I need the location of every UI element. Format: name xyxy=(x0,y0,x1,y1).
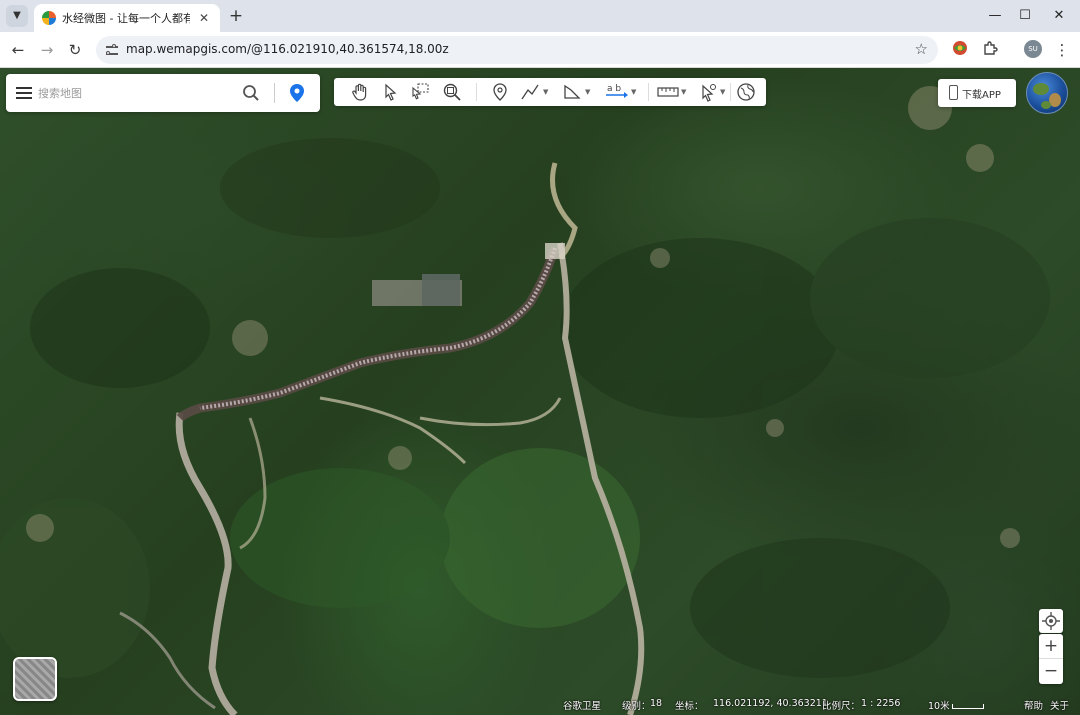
text-label-icon[interactable]: a b xyxy=(604,82,630,102)
map-status-bar: 谷歌卫星 级别： 18 坐标： 116.021192, 40.363211 比例… xyxy=(0,695,1080,715)
satellite-map[interactable]: ▼ ▼ a b ▼ ▼ ▼ 下载APP + xyxy=(0,68,1080,715)
coordinate-label: 坐标： xyxy=(675,701,704,712)
polyline-dropdown-caret-icon[interactable]: ▼ xyxy=(543,88,551,96)
forward-arrow-icon[interactable]: → xyxy=(36,39,58,61)
map-toolbar: ▼ ▼ a b ▼ ▼ ▼ xyxy=(334,78,766,106)
toolbar-divider xyxy=(730,83,731,101)
help-link[interactable]: 帮助 xyxy=(1024,698,1043,712)
polygon-dropdown-caret-icon[interactable]: ▼ xyxy=(585,88,593,96)
phone-icon xyxy=(949,85,958,100)
zoom-level-label: 级别： xyxy=(622,701,651,712)
measure-ruler-icon[interactable] xyxy=(656,82,680,102)
site-info-icon[interactable] xyxy=(104,42,120,58)
toolbar-divider xyxy=(648,83,649,101)
pointer-select-icon[interactable] xyxy=(380,82,400,102)
search-divider xyxy=(274,83,275,103)
zoom-area-icon[interactable] xyxy=(442,82,462,102)
url-text[interactable]: map.wemapgis.com/@116.021910,40.361574,1… xyxy=(126,42,449,56)
new-tab-plus-icon[interactable]: + xyxy=(226,6,246,26)
search-icon[interactable] xyxy=(242,84,260,102)
about-link[interactable]: 关于 xyxy=(1050,698,1069,712)
extension-globe-icon[interactable] xyxy=(950,40,970,60)
tab-title: 水经微图 - 让每一个人都有自己 xyxy=(62,12,190,25)
site-favicon-icon xyxy=(42,11,56,25)
coordinate-readout: 116.021192, 40.363211 xyxy=(713,698,828,709)
tab-close-icon[interactable]: ✕ xyxy=(196,10,212,26)
zoom-out-button[interactable]: − xyxy=(1039,659,1063,684)
3d-globe-toggle-icon[interactable] xyxy=(1026,72,1068,114)
scale-bar xyxy=(952,704,984,709)
zoom-control: + − xyxy=(1039,634,1063,684)
marker-icon[interactable] xyxy=(490,82,510,102)
hand-pan-icon[interactable] xyxy=(350,82,370,102)
scale-bar-label: 10米 xyxy=(928,701,950,712)
close-window-icon[interactable]: ✕ xyxy=(1038,0,1080,32)
zoom-in-button[interactable]: + xyxy=(1039,634,1063,659)
text-label-dropdown-caret-icon[interactable]: ▼ xyxy=(631,88,639,96)
extensions-puzzle-icon[interactable] xyxy=(980,40,1000,60)
browser-menu-icon[interactable]: ⋮ xyxy=(1054,40,1070,60)
scale-label: 比例尺： xyxy=(822,701,861,712)
browser-titlebar: ▼ 水经微图 - 让每一个人都有自己 ✕ + — ☐ ✕ xyxy=(0,0,1080,32)
map-search-input[interactable] xyxy=(38,83,228,103)
zoom-level-value: 18 xyxy=(650,698,663,709)
browser-toolbar: ← → ↻ map.wemapgis.com/@116.021910,40.36… xyxy=(0,32,1080,68)
hamburger-menu-icon[interactable] xyxy=(16,87,32,99)
polygon-icon[interactable] xyxy=(562,82,582,102)
satellite-imagery xyxy=(0,86,1050,715)
address-bar[interactable]: map.wemapgis.com/@116.021910,40.361574,1… xyxy=(96,36,938,64)
pointer-info-icon[interactable] xyxy=(698,82,718,102)
svg-text:a b: a b xyxy=(607,84,621,94)
reload-icon[interactable]: ↻ xyxy=(64,39,86,61)
download-app-label: 下载APP xyxy=(962,90,1001,101)
location-pin-icon[interactable] xyxy=(288,83,306,103)
locate-me-icon[interactable] xyxy=(1039,609,1063,633)
layer-name: 谷歌卫星 xyxy=(563,701,602,712)
profile-avatar[interactable]: SU xyxy=(1024,40,1042,58)
map-search-box xyxy=(6,74,320,112)
polyline-icon[interactable] xyxy=(520,82,540,102)
browser-tab[interactable]: 水经微图 - 让每一个人都有自己 ✕ xyxy=(34,4,220,32)
box-select-icon[interactable] xyxy=(410,82,430,102)
toolbar-divider xyxy=(476,83,477,101)
scale-value: 1 : 2256 xyxy=(861,698,901,709)
globe-icon[interactable] xyxy=(736,82,756,102)
download-app-button[interactable]: 下载APP xyxy=(938,79,1016,107)
back-arrow-icon[interactable]: ← xyxy=(7,39,29,61)
bookmark-star-icon[interactable]: ☆ xyxy=(915,40,928,58)
measure-dropdown-caret-icon[interactable]: ▼ xyxy=(681,88,689,96)
pointer-info-dropdown-caret-icon[interactable]: ▼ xyxy=(720,88,728,96)
tab-search-chevron-icon[interactable]: ▼ xyxy=(6,5,28,27)
